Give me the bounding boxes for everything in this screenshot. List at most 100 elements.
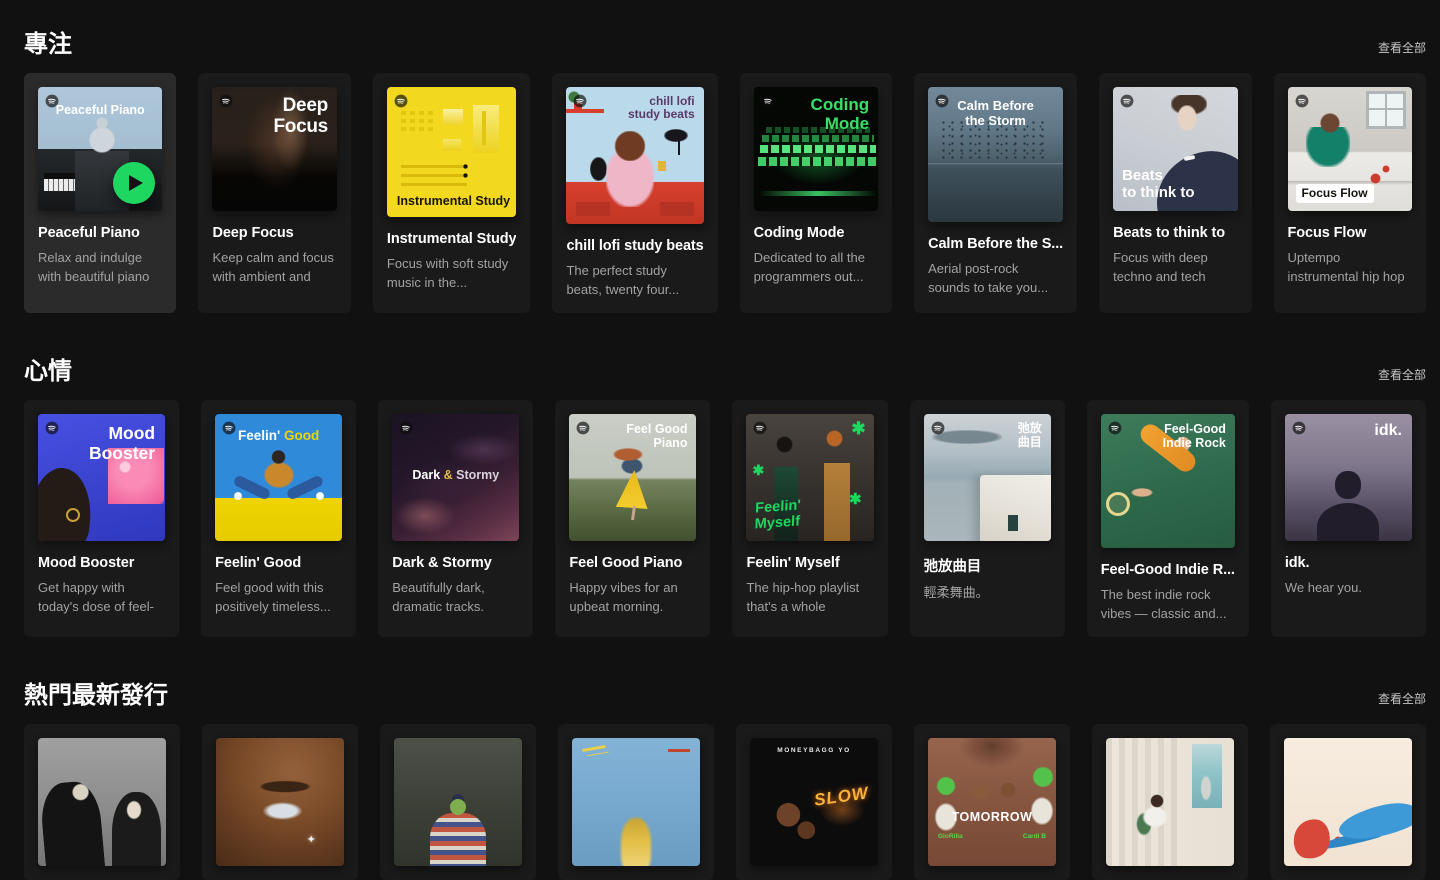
shelf-grid: MONEYBAGG YO SLOW TOMORROW GloRilla Card… xyxy=(24,724,1426,880)
playlist-description: Relax and indulge with beautiful piano p… xyxy=(38,248,162,286)
album-cover-art xyxy=(216,738,344,866)
spotify-logo-icon xyxy=(45,94,59,108)
playlist-card[interactable]: Calm Beforethe Storm Calm Before the S..… xyxy=(914,73,1077,313)
playlist-cover-art: CodingMode xyxy=(754,87,878,211)
shelf-title: 熱門最新發行 xyxy=(24,675,168,710)
cover-text-line: 曲目 xyxy=(1018,435,1042,449)
album-card[interactable] xyxy=(202,724,358,880)
playlist-description: Happy vibes for an upbeat morning. xyxy=(569,578,696,616)
playlist-title: Mood Booster xyxy=(38,555,165,571)
playlist-cover-art: Instrumental Study xyxy=(387,87,517,217)
cover-credits: GloRilla Cardi B xyxy=(938,833,1046,840)
album-card[interactable] xyxy=(24,724,180,880)
see-all-link[interactable]: 查看全部 xyxy=(1378,366,1426,383)
playlist-cover-art: DeepFocus xyxy=(212,87,336,211)
shelf-grid: MoodBooster Mood Booster Get happy with … xyxy=(24,400,1426,637)
cover-title-text: idk. xyxy=(1374,422,1402,440)
spotify-logo-icon xyxy=(753,421,767,435)
cover-artist-text: MONEYBAGG YO xyxy=(750,747,878,754)
cover-title-text: Feelin'Myself xyxy=(755,497,802,533)
playlist-card[interactable]: Feel GoodPiano Feel Good Piano Happy vib… xyxy=(555,400,710,637)
playlist-description: 輕柔舞曲。 xyxy=(924,583,1051,621)
cover-text-line: Beats xyxy=(1122,167,1163,184)
cover-text-line: Coding xyxy=(811,95,870,114)
asterisk-icon xyxy=(851,419,865,439)
cover-text-line: Mood xyxy=(108,423,155,443)
play-button[interactable] xyxy=(113,162,155,204)
playlist-title: Peaceful Piano xyxy=(38,225,162,241)
cover-text-line: Myself xyxy=(755,514,801,533)
playlist-card[interactable]: Feel-GoodIndie Rock Feel-Good Indie R...… xyxy=(1087,400,1249,637)
playlist-description: Focus with deep techno and tech house. xyxy=(1113,248,1237,286)
spotify-logo-icon xyxy=(1295,94,1309,108)
cover-text-word: Feelin' xyxy=(238,428,280,443)
cover-title-text: Feel GoodPiano xyxy=(626,422,687,450)
cover-title-text: Feel-GoodIndie Rock xyxy=(1163,422,1226,450)
playlist-card[interactable]: Feelin' Good Feelin' Good Feel good with… xyxy=(201,400,356,637)
playlist-card[interactable]: Feelin'Myself Feelin' Myself The hip-hop… xyxy=(732,400,887,637)
spotify-logo-icon xyxy=(761,94,775,108)
cover-text-line: Indie Rock xyxy=(1163,436,1226,450)
album-card[interactable] xyxy=(1270,724,1426,880)
cover-text-line: Piano xyxy=(653,436,687,450)
cover-credit-right: Cardi B xyxy=(1023,833,1046,840)
shelf-title: 心情 xyxy=(24,351,72,386)
playlist-cover-art: Feel GoodPiano xyxy=(569,414,696,541)
playlist-card[interactable]: Instrumental Study Instrumental Study Fo… xyxy=(373,73,531,313)
playlist-title: Instrumental Study xyxy=(387,231,517,247)
shelf-new-releases: 熱門最新發行 查看全部 MONEYBAGG YO SLOW xyxy=(24,675,1426,880)
playlist-cover-art: Dark & Stormy xyxy=(392,414,519,541)
playlist-cover-art: Feelin' Good xyxy=(215,414,342,541)
playlist-description: Dedicated to all the programmers out... xyxy=(754,248,878,286)
album-card[interactable]: MONEYBAGG YO SLOW xyxy=(736,724,892,880)
cover-text-line: Deep xyxy=(283,95,328,116)
cover-title-text: MoodBooster xyxy=(89,424,155,463)
playlist-card[interactable]: 弛放曲目 弛放曲目 輕柔舞曲。 xyxy=(910,400,1065,637)
album-card[interactable] xyxy=(558,724,714,880)
cover-text-line: Booster xyxy=(89,443,155,463)
playlist-cover-art: chill lofistudy beats xyxy=(566,87,703,224)
see-all-link[interactable]: 查看全部 xyxy=(1378,39,1426,56)
playlist-card[interactable]: DeepFocus Deep Focus Keep calm and focus… xyxy=(198,73,350,313)
playlist-card[interactable]: Beatsto think to Beats to think to Focus… xyxy=(1099,73,1251,313)
playlist-title: Feelin' Myself xyxy=(746,555,873,571)
playlist-card[interactable]: CodingMode Coding Mode Dedicated to all … xyxy=(740,73,892,313)
playlist-card[interactable]: idk. idk. We hear you. xyxy=(1271,400,1426,637)
album-cover-art xyxy=(1106,738,1234,866)
spotify-logo-icon xyxy=(222,421,236,435)
shelf-header: 熱門最新發行 查看全部 xyxy=(24,675,1426,710)
see-all-link[interactable]: 查看全部 xyxy=(1378,690,1426,707)
album-card[interactable]: TOMORROW GloRilla Cardi B xyxy=(914,724,1070,880)
spotify-logo-icon xyxy=(219,94,233,108)
spotify-logo-icon xyxy=(576,421,590,435)
cover-text-line: chill lofi xyxy=(649,94,694,108)
album-card[interactable] xyxy=(380,724,536,880)
playlist-description: Get happy with today's dose of feel-good… xyxy=(38,578,165,616)
playlist-description: Uptempo instrumental hip hop beats. xyxy=(1288,248,1412,286)
playlist-card[interactable]: MoodBooster Mood Booster Get happy with … xyxy=(24,400,179,637)
playlist-title: chill lofi study beats xyxy=(566,238,703,254)
playlist-title: Coding Mode xyxy=(754,225,878,241)
playlist-card[interactable]: Peaceful Piano Peaceful Piano Relax and … xyxy=(24,73,176,313)
cover-title-text: TOMORROW xyxy=(928,810,1056,824)
spotify-logo-icon xyxy=(1292,421,1306,435)
album-card[interactable] xyxy=(1092,724,1248,880)
album-cover-art: MONEYBAGG YO SLOW xyxy=(750,738,878,866)
playlist-cover-art: Feelin'Myself xyxy=(746,414,873,541)
playlist-card[interactable]: Dark & Stormy Dark & Stormy Beautifully … xyxy=(378,400,533,637)
playlist-title: Deep Focus xyxy=(212,225,336,241)
playlist-description: The best indie rock vibes — classic and.… xyxy=(1101,585,1235,623)
cover-text-line: Feel-Good xyxy=(1164,422,1226,436)
shelf-header: 心情 查看全部 xyxy=(24,351,1426,386)
cover-title-text: 弛放曲目 xyxy=(1018,422,1042,449)
playlist-description: Beautifully dark, dramatic tracks. xyxy=(392,578,519,616)
playlist-title: Dark & Stormy xyxy=(392,555,519,571)
cover-title-text: SLOW xyxy=(813,783,870,810)
playlist-description: The perfect study beats, twenty four... xyxy=(566,261,703,299)
playlist-cover-art: Focus Flow xyxy=(1288,87,1412,211)
playlist-cover-art: Feel-GoodIndie Rock xyxy=(1101,414,1235,548)
playlist-card[interactable]: chill lofistudy beats chill lofi study b… xyxy=(552,73,717,313)
spotify-logo-icon xyxy=(45,421,59,435)
playlist-title: idk. xyxy=(1285,555,1412,571)
playlist-card[interactable]: Focus Flow Focus Flow Uptempo instrument… xyxy=(1274,73,1426,313)
